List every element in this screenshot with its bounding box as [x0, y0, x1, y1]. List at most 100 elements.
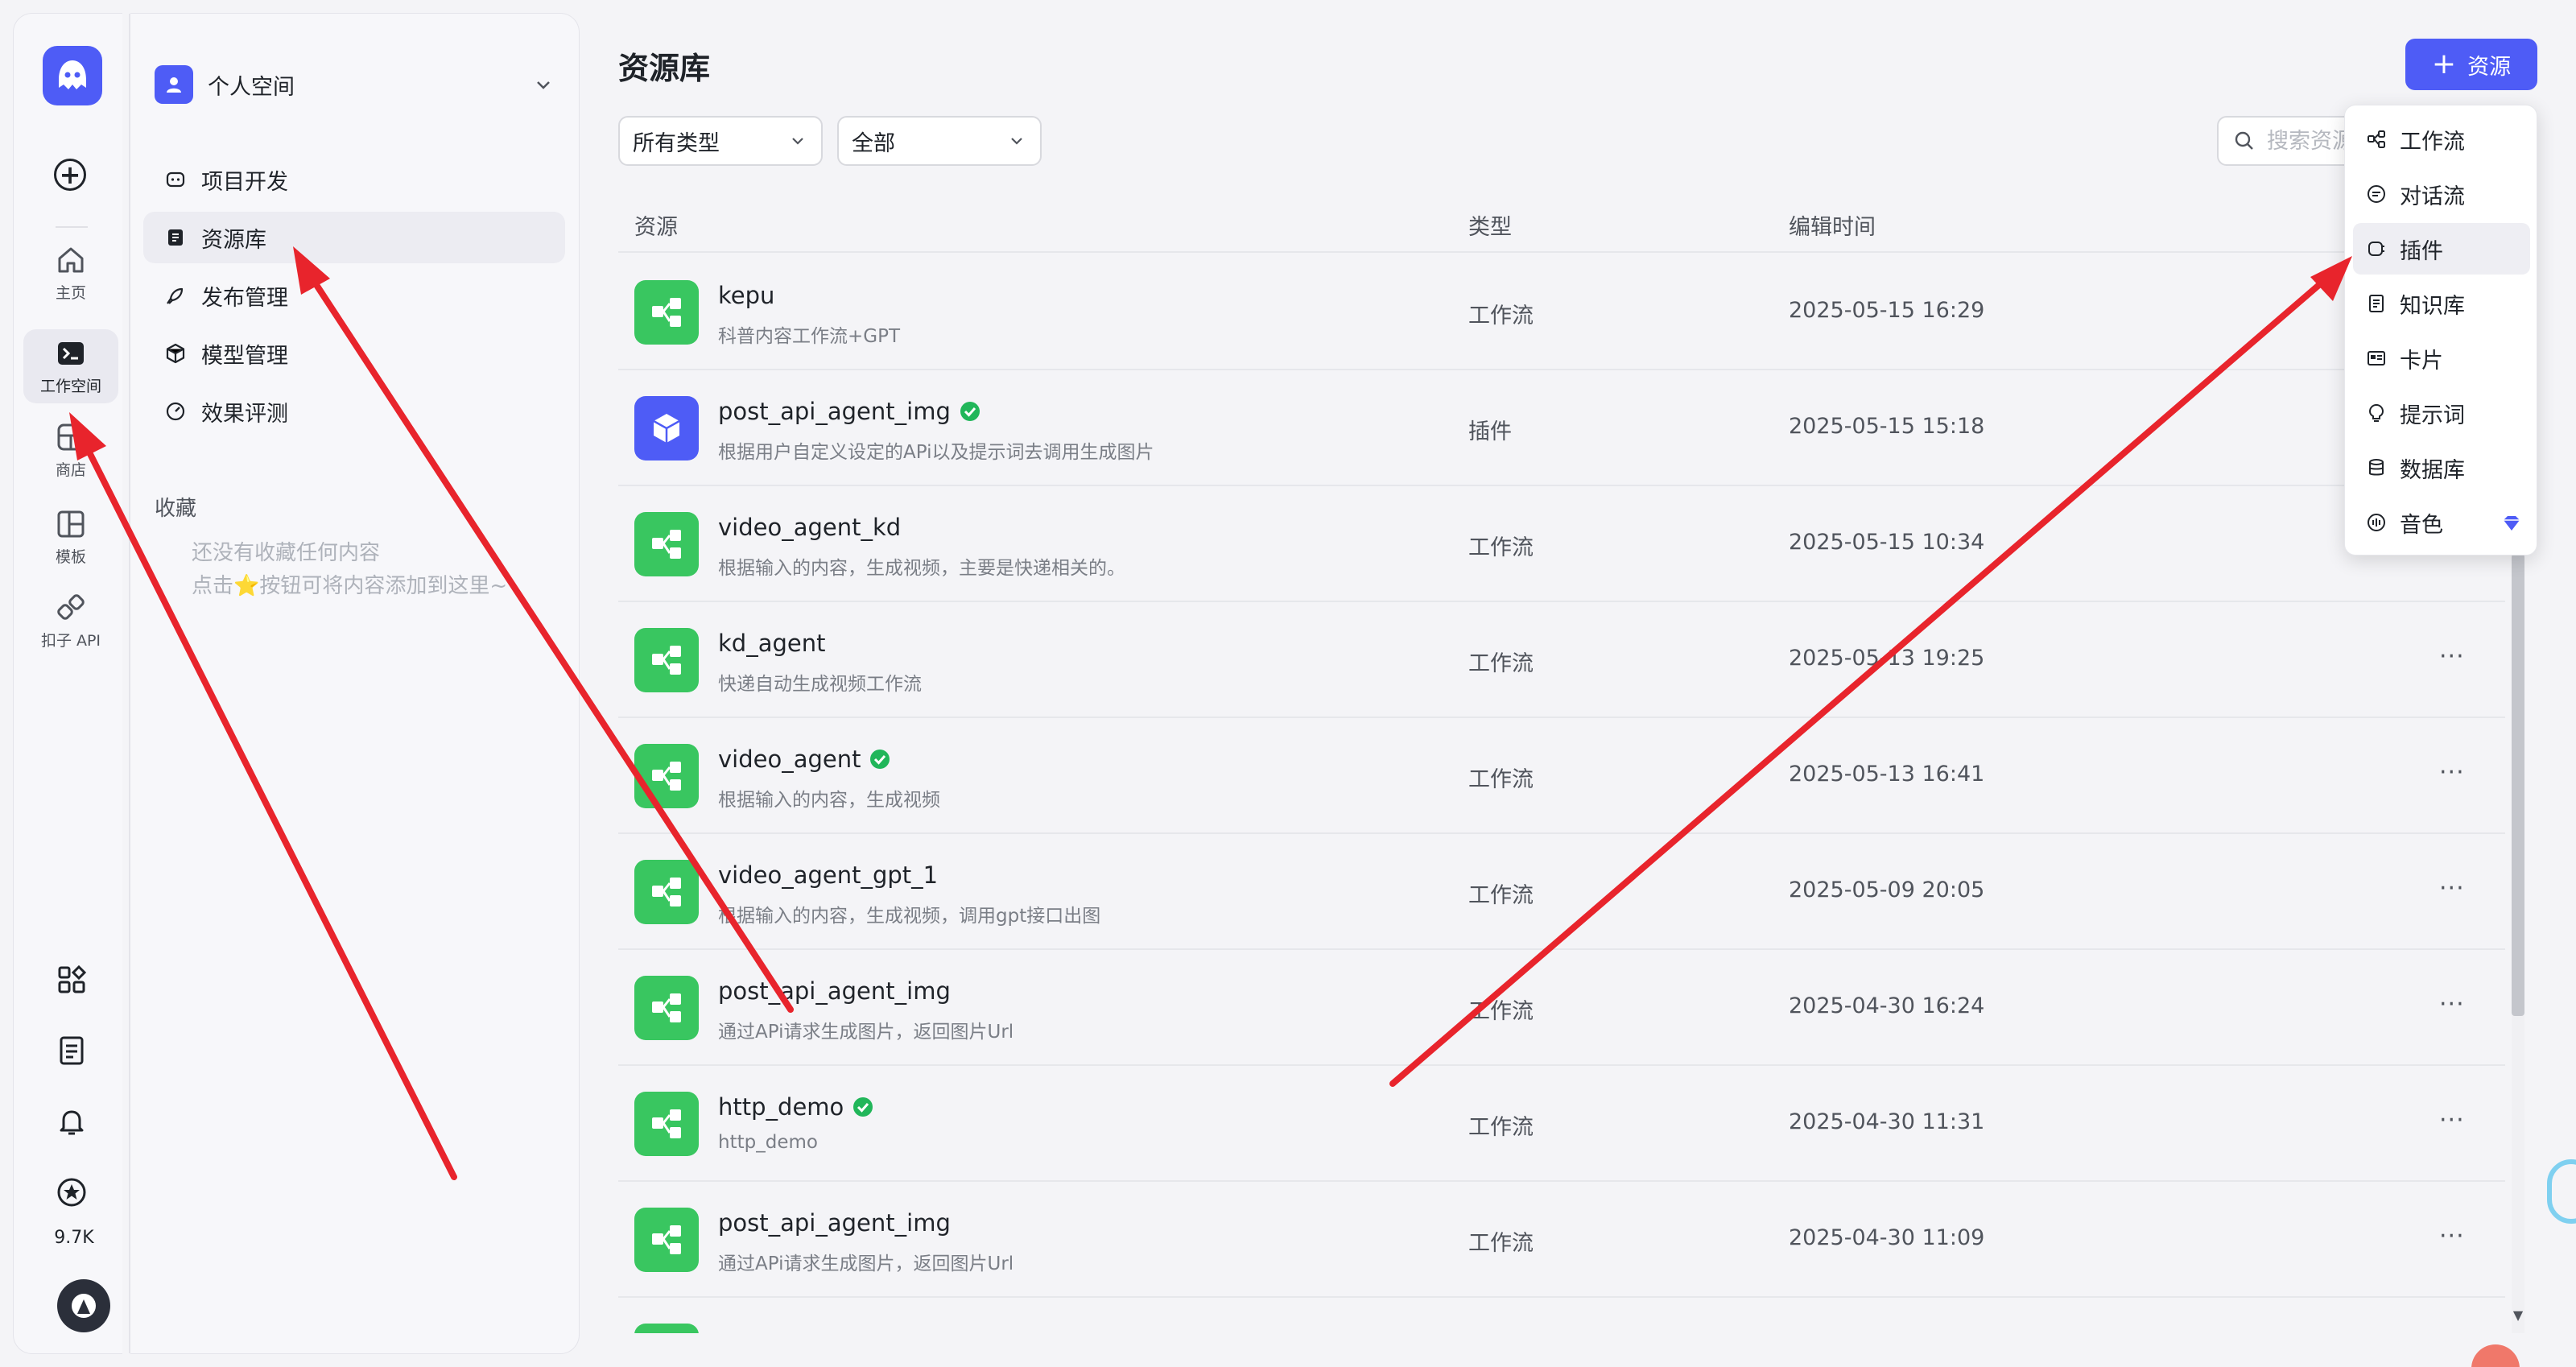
- table-row[interactable]: [618, 1298, 2505, 1333]
- table-row[interactable]: post_api_agent_img 根据用户自定义设定的APi以及提示词去调用…: [618, 370, 2505, 486]
- avatar[interactable]: [57, 1279, 110, 1332]
- resource-name: post_api_agent_img: [718, 398, 981, 425]
- resource-description: 科普内容工作流+GPT: [718, 326, 901, 347]
- table-scrollbar-thumb[interactable]: [2512, 554, 2524, 1016]
- nav-item-library[interactable]: 资源库: [143, 212, 565, 263]
- nav-label-projects: 项目开发: [201, 169, 288, 195]
- table-row[interactable]: kepu 科普内容工作流+GPT 工作流 2025-05-15 16:29: [618, 254, 2505, 370]
- nav-item-evaluation[interactable]: 效果评测: [143, 386, 565, 437]
- chevron-down-icon: [792, 138, 803, 145]
- table-row[interactable]: video_agent_kd 根据输入的内容，生成视频，主要是快递相关的。 工作…: [618, 486, 2505, 602]
- resource-name-text: video_agent: [718, 745, 861, 773]
- rail-label-templates: 模板: [55, 547, 86, 566]
- favorites-empty-line-2: 点击⭐按钮可将内容添加到这里~: [192, 574, 508, 598]
- rail-item-templates[interactable]: 模板: [23, 500, 118, 574]
- api-icon: [57, 593, 85, 620]
- resource-name-text: video_agent_gpt_1: [718, 861, 939, 889]
- menu-item-workflow[interactable]: 工作流: [2353, 114, 2530, 165]
- menu-label-prompt: 提示词: [2400, 403, 2465, 428]
- robot-icon: [166, 171, 185, 188]
- bell-icon[interactable]: [56, 1105, 88, 1138]
- type-filter-value: 所有类型: [633, 130, 720, 156]
- menu-item-chatflow[interactable]: 对话流: [2353, 168, 2530, 220]
- row-more-button[interactable]: ···: [2439, 1222, 2465, 1250]
- add-resource-button[interactable]: + 资源: [2405, 39, 2537, 90]
- resource-name-text: video_agent_kd: [718, 514, 902, 541]
- coze-logo-icon[interactable]: [43, 46, 102, 105]
- table-row[interactable]: video_agent 根据输入的内容，生成视频 工作流 2025-05-13 …: [618, 718, 2505, 834]
- floating-assistant-icon[interactable]: [2547, 1159, 2576, 1224]
- create-plus-icon[interactable]: +: [54, 159, 86, 191]
- nav-item-models[interactable]: 模型管理: [143, 328, 565, 379]
- menu-item-card[interactable]: 卡片: [2353, 332, 2530, 384]
- resource-name: kd_agent: [718, 630, 825, 657]
- table-row[interactable]: video_agent_gpt_1 根据输入的内容，生成视频，调用gpt接口出图…: [618, 834, 2505, 950]
- table-row[interactable]: http_demo http_demo 工作流 2025-04-30 11:31…: [618, 1066, 2505, 1182]
- chevron-down-icon: [1011, 138, 1022, 145]
- resource-edit-time: 2025-05-15 16:29: [1789, 298, 1985, 323]
- menu-item-plugin[interactable]: 插件: [2353, 223, 2530, 275]
- resource-name: post_api_agent_img: [718, 1209, 951, 1237]
- resource-type: 插件: [1468, 419, 1512, 444]
- resource-name: video_agent_kd: [718, 514, 901, 541]
- main-content: 资源库 + 资源 所有类型 全部 资源 类型 编辑时间 kepu 科普内容工作流…: [580, 0, 2576, 1367]
- resource-type: 工作流: [1468, 999, 1534, 1024]
- menu-item-knowledge[interactable]: 知识库: [2353, 278, 2530, 329]
- rail-item-store[interactable]: 商店: [23, 413, 118, 487]
- table-row[interactable]: post_api_agent_img 通过APi请求生成图片，返回图片Url 工…: [618, 950, 2505, 1066]
- rail-item-home[interactable]: 主页: [23, 236, 118, 310]
- row-more-button[interactable]: ···: [2439, 874, 2465, 902]
- resource-edit-time: 2025-04-30 11:09: [1789, 1225, 1985, 1250]
- resource-edit-time: 2025-04-30 16:24: [1789, 993, 1985, 1018]
- table-row[interactable]: post_api_agent_img 通过APi请求生成图片，返回图片Url 工…: [618, 1182, 2505, 1298]
- apps-grid-icon[interactable]: [56, 964, 88, 996]
- workspace-user-icon: [155, 65, 193, 104]
- workspace-sidebar: 个人空间 项目开发 资源库 发布管理 模型管理 效果评测 收藏 还没有收藏任何内…: [129, 13, 580, 1354]
- scroll-down-arrow-icon[interactable]: ▼: [2512, 1307, 2524, 1324]
- add-resource-menu: 工作流 对话流 插件 知识库 卡片 提示词 数据库 音色: [2344, 105, 2537, 555]
- workflow-icon: [634, 976, 699, 1040]
- column-header-resource: 资源: [634, 215, 678, 240]
- left-rail: + 主页 工作空间 商店 模板 扣子 API 9.7K: [13, 13, 122, 1354]
- menu-label-knowledge: 知识库: [2400, 293, 2465, 319]
- menu-item-database[interactable]: 数据库: [2353, 442, 2530, 494]
- resource-edit-time: 2025-05-15 15:18: [1789, 414, 1985, 439]
- workspace-switcher[interactable]: 个人空间: [155, 52, 555, 117]
- table-row[interactable]: kd_agent 快递自动生成视频工作流 工作流 2025-05-13 19:2…: [618, 602, 2505, 718]
- menu-label-plugin: 插件: [2400, 238, 2443, 264]
- resource-type: 工作流: [1468, 651, 1534, 676]
- resource-description: 根据输入的内容，生成视频: [718, 790, 940, 811]
- verified-check-icon: [870, 750, 890, 769]
- rail-item-workspace[interactable]: 工作空间: [23, 329, 118, 403]
- row-more-button[interactable]: ···: [2439, 758, 2465, 787]
- resource-name-text: kd_agent: [718, 630, 826, 657]
- search-icon: [2235, 131, 2253, 150]
- row-more-button[interactable]: ···: [2439, 642, 2465, 671]
- menu-item-prompt[interactable]: 提示词: [2353, 387, 2530, 439]
- database-icon: [2369, 459, 2384, 476]
- resource-name: kepu: [718, 282, 774, 309]
- nav-item-publish[interactable]: 发布管理: [143, 270, 565, 321]
- scope-filter-select[interactable]: 全部: [837, 116, 1042, 166]
- column-header-edit-time: 编辑时间: [1789, 215, 1876, 240]
- type-filter-select[interactable]: 所有类型: [618, 116, 823, 166]
- document-icon[interactable]: [56, 1035, 88, 1067]
- chevron-down-icon: [537, 81, 550, 89]
- rail-item-api[interactable]: 扣子 API: [23, 584, 118, 658]
- workflow-icon: [634, 628, 699, 692]
- menu-item-voice[interactable]: 音色: [2353, 497, 2530, 548]
- row-more-button[interactable]: ···: [2439, 990, 2465, 1018]
- page-title: 资源库: [618, 51, 711, 86]
- row-more-button[interactable]: ···: [2439, 1106, 2465, 1134]
- nav-item-projects[interactable]: 项目开发: [143, 154, 565, 205]
- resource-description: 快递自动生成视频工作流: [718, 674, 922, 695]
- rail-label-workspace: 工作空间: [39, 377, 101, 395]
- resource-type: 工作流: [1468, 535, 1534, 560]
- resource-edit-time: 2025-05-09 20:05: [1789, 878, 1985, 902]
- star-count: 9.7K: [54, 1228, 94, 1248]
- resource-description: http_demo: [718, 1132, 818, 1153]
- star-badge-icon[interactable]: [56, 1176, 88, 1208]
- resource-type: 工作流: [1468, 883, 1534, 908]
- add-resource-label: 资源: [2467, 54, 2512, 80]
- diamond-icon: [2504, 516, 2520, 531]
